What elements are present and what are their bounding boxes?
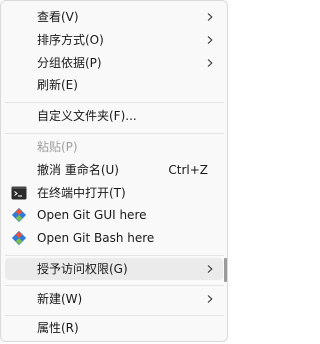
submenu-edge [224,258,227,282]
menu-item-label: 在终端中打开(T) [37,186,126,200]
menu-item-git-gui[interactable]: Open Git GUI here [5,204,223,226]
menu-item-open-in-terminal[interactable]: 在终端中打开(T) [5,182,223,204]
terminal-icon [11,186,27,200]
menu-item-label: 粘贴(P) [37,140,78,154]
menu-item-label: 撤消 重命名(U) [37,163,119,177]
menu-item-label: 自定义文件夹(F)... [37,109,137,123]
menu-item-properties[interactable]: 属性(R) [5,317,223,339]
menu-item-label: 查看(V) [37,10,79,24]
menu-separator [5,102,224,103]
chevron-right-icon [207,36,213,44]
menu-item-group[interactable]: 分组依据(P) [5,52,223,74]
menu-separator [5,133,224,134]
chevron-right-icon [207,59,213,67]
menu-separator [5,255,224,256]
menu-item-give-access[interactable]: 授予访问权限(G) [5,258,223,280]
menu-item-label: 授予访问权限(G) [37,262,128,276]
menu-item-label: Open Git GUI here [37,208,147,222]
menu-item-label: 分组依据(P) [37,56,102,70]
menu-item-new[interactable]: 新建(W) [5,288,223,310]
menu-separator [5,285,224,286]
git-gui-icon [11,207,27,223]
menu-item-label: 排序方式(O) [37,33,104,47]
menu-item-sort[interactable]: 排序方式(O) [5,29,223,51]
chevron-right-icon [207,295,213,303]
menu-separator [5,315,224,316]
menu-item-customize-folder[interactable]: 自定义文件夹(F)... [5,105,223,127]
git-bash-icon [11,230,27,246]
menu-item-label: 属性(R) [37,321,79,335]
menu-item-shortcut: Ctrl+Z [168,163,208,177]
menu-item-paste: 粘贴(P) [5,136,223,158]
menu-item-label: 刷新(E) [37,78,78,92]
menu-item-refresh[interactable]: 刷新(E) [5,74,223,96]
menu-item-git-bash[interactable]: Open Git Bash here [5,227,223,249]
menu-item-label: 新建(W) [37,292,83,306]
menu-item-undo-rename[interactable]: 撤消 重命名(U) Ctrl+Z [5,159,223,181]
menu-item-label: Open Git Bash here [37,231,155,245]
context-menu: 查看(V) 排序方式(O) 分组依据(P) 刷新(E) 自定义文件夹(F)...… [0,0,228,342]
chevron-right-icon [207,265,213,273]
chevron-right-icon [207,13,213,21]
menu-item-view[interactable]: 查看(V) [5,6,223,28]
